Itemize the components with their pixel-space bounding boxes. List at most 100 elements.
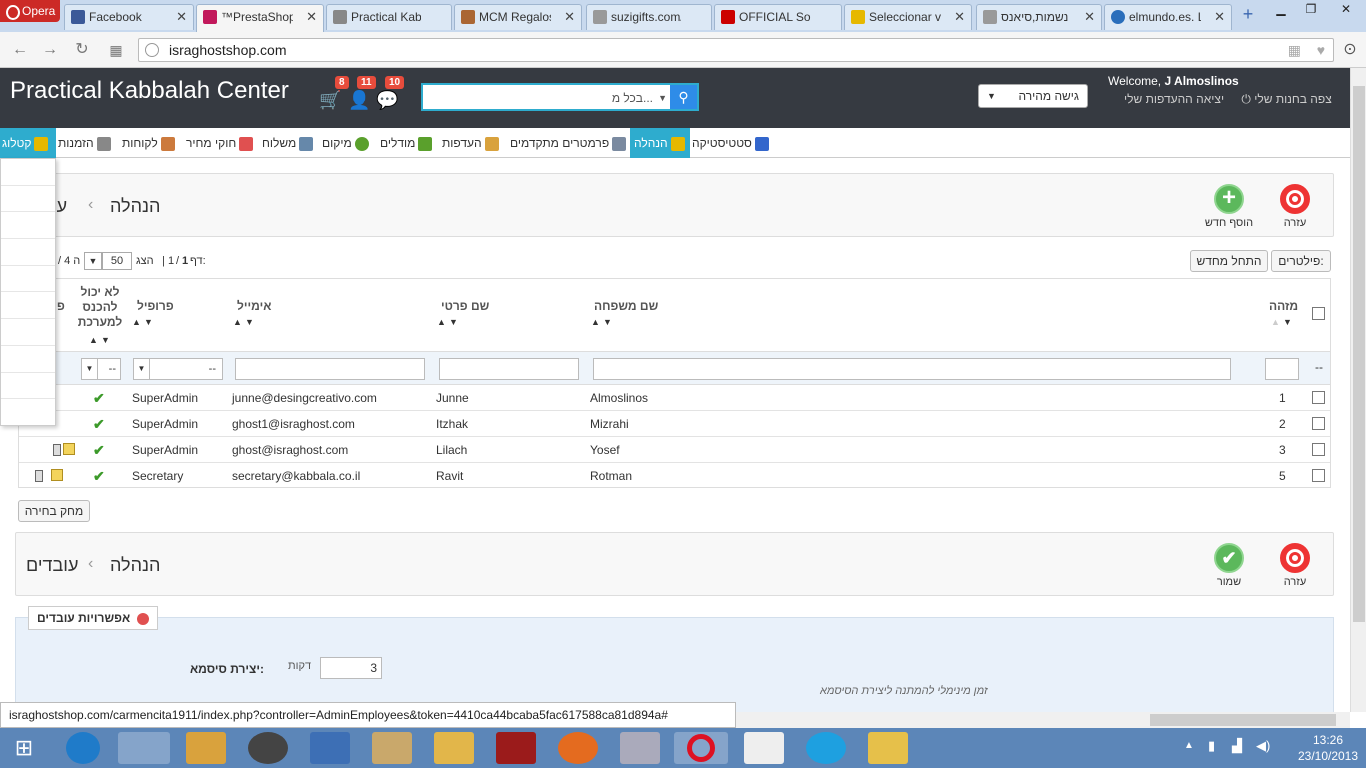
internet-explorer-icon[interactable]	[66, 732, 100, 764]
submenu-item[interactable]	[1, 292, 55, 320]
close-tab-icon[interactable]: ✕	[1214, 5, 1225, 29]
search-input[interactable]	[425, 87, 585, 107]
active-check-icon[interactable]: ✔	[93, 385, 105, 411]
app-icon[interactable]	[434, 732, 474, 764]
network-icon[interactable]: ▟	[1232, 738, 1242, 754]
brand-title[interactable]: Practical Kabbalah Center	[10, 77, 289, 105]
per-page-select[interactable]: 50	[102, 252, 132, 270]
power-app-icon[interactable]	[496, 732, 536, 764]
table-row[interactable]: 5 Rotman Ravit secretary@kabbala.co.il S…	[19, 463, 1330, 489]
tab-elmundo[interactable]: elmundo.es. L ✕	[1104, 4, 1232, 30]
firefox-icon[interactable]	[558, 732, 598, 764]
filter-id-input[interactable]	[1265, 358, 1299, 380]
menu-item-shipping[interactable]: משלוח	[262, 128, 316, 158]
messages-notification-icon[interactable]: 💬	[376, 90, 398, 110]
close-tab-icon[interactable]: ✕	[954, 5, 965, 29]
site-info-icon[interactable]	[145, 43, 159, 57]
menu-item-administration[interactable]: הנהלה	[630, 128, 690, 158]
tab-facebook[interactable]: Facebook ✕	[64, 4, 194, 30]
table-row[interactable]: 1 Almoslinos Junne junne@desingcreativo.…	[19, 385, 1330, 411]
new-tab-button[interactable]: +	[1238, 4, 1258, 26]
tab-prestashop[interactable]: ™PrestaShop ✕	[196, 4, 324, 32]
vertical-scrollbar[interactable]	[1350, 68, 1366, 712]
search-button[interactable]: ⚲	[670, 85, 697, 109]
table-row[interactable]: 2 Mizrahi Itzhak ghost1@israghost.com Su…	[19, 411, 1330, 437]
submenu-item[interactable]	[1, 319, 55, 346]
opera-menu-button[interactable]: Opera	[0, 0, 60, 22]
url-input[interactable]: israghostshop.com ▦ ♥	[138, 38, 1334, 62]
submenu-item[interactable]	[1, 266, 55, 293]
stash-icon[interactable]: ▦	[1288, 39, 1301, 61]
menu-item-preferences[interactable]: העדפות	[442, 128, 502, 158]
reset-filters-button[interactable]: התחל מחדש	[1190, 250, 1268, 272]
customers-notification-icon[interactable]: 👤	[348, 90, 370, 110]
row-checkbox[interactable]	[1312, 443, 1325, 456]
close-tab-icon[interactable]: ✕	[176, 5, 187, 29]
sort-asc-icon[interactable]: ▲	[1271, 317, 1280, 327]
sort-desc-icon[interactable]: ▼	[1283, 317, 1292, 327]
tab-practical-kabbalah[interactable]: Practical Kabb	[326, 4, 452, 30]
menu-item-catalog[interactable]: קטלוג	[0, 128, 56, 158]
close-window-icon[interactable]: ✕	[1326, 0, 1366, 20]
filter-profile-select[interactable]: -- ▼	[133, 358, 223, 380]
delete-icon[interactable]	[35, 470, 43, 482]
tab-mcm-regalos[interactable]: MCM Regalos ✕	[454, 4, 582, 30]
close-tab-icon[interactable]: ✕	[1084, 5, 1095, 29]
my-preferences-link[interactable]: ההעדפות שלי	[1124, 92, 1193, 106]
help-button[interactable]: עזרה	[1270, 184, 1320, 229]
menu-item-localization[interactable]: מיקום	[322, 128, 372, 158]
catalog-submenu[interactable]	[0, 158, 56, 426]
search-scope-select[interactable]: בכל מ... ▼	[589, 88, 669, 108]
menu-item-price-rules[interactable]: חוקי מחיר	[186, 128, 256, 158]
sort-desc-icon[interactable]: ▼	[144, 317, 153, 327]
sort-asc-icon[interactable]: ▲	[437, 317, 446, 327]
help-button[interactable]: עזרה	[1270, 543, 1320, 588]
sort-asc-icon[interactable]: ▲	[591, 317, 600, 327]
download-icon[interactable]: ⊙	[1340, 40, 1360, 60]
sort-desc-icon[interactable]: ▼	[101, 335, 110, 345]
speed-dial-icon[interactable]: ▦	[106, 40, 126, 60]
wordpad-icon[interactable]	[744, 732, 784, 764]
submenu-item[interactable]	[1, 346, 55, 373]
select-all-checkbox[interactable]	[1312, 307, 1325, 320]
menu-item-orders[interactable]: הזמנות	[58, 128, 114, 158]
add-new-button[interactable]: + הוסף חדש	[1204, 184, 1254, 229]
tray-expand-icon[interactable]: ▲	[1184, 740, 1194, 751]
submenu-item[interactable]	[1, 373, 55, 400]
opera-taskbar-icon[interactable]	[674, 732, 728, 764]
tab-youtube[interactable]: OFFICIAL Som	[714, 4, 842, 30]
filter-active-select[interactable]: -- ▼	[81, 358, 121, 380]
document-app-icon[interactable]	[372, 732, 412, 764]
active-check-icon[interactable]: ✔	[93, 437, 105, 463]
skype-icon[interactable]	[806, 732, 846, 764]
sort-asc-icon[interactable]: ▲	[233, 317, 242, 327]
mail-icon[interactable]	[868, 732, 908, 764]
filters-button[interactable]: פילטרים:	[1271, 250, 1331, 272]
scroll-thumb[interactable]	[1150, 714, 1336, 726]
restore-icon[interactable]: ❐	[1296, 0, 1326, 20]
tab-seleccionar[interactable]: Seleccionar vu ✕	[844, 4, 972, 30]
forward-icon[interactable]: →	[40, 40, 60, 60]
menu-item-modules[interactable]: מודלים	[380, 128, 435, 158]
menu-item-stats[interactable]: סטטיסטיקה	[692, 128, 772, 158]
clock[interactable]: 13:26 23/10/2013	[1290, 732, 1366, 764]
volume-icon[interactable]: ◀)	[1256, 738, 1270, 754]
filter-firstname-input[interactable]	[439, 358, 579, 380]
file-explorer-icon[interactable]	[118, 732, 170, 764]
save-button[interactable]: ✔ שמור	[1204, 543, 1254, 588]
sort-desc-icon[interactable]: ▼	[245, 317, 254, 327]
row-checkbox[interactable]	[1312, 391, 1325, 404]
table-row[interactable]: 3 Yosef Lilach ghost@israghost.com Super…	[19, 437, 1330, 463]
app-icon[interactable]	[310, 732, 350, 764]
submenu-item[interactable]	[1, 186, 55, 213]
heart-icon[interactable]: ♥	[1317, 39, 1325, 61]
delete-icon[interactable]	[53, 444, 61, 456]
windows-start-icon[interactable]: ⊞	[6, 732, 42, 764]
paint-icon[interactable]	[620, 732, 660, 764]
submenu-item[interactable]	[1, 239, 55, 266]
row-checkbox[interactable]	[1312, 417, 1325, 430]
logout-link[interactable]: יציאה	[1196, 92, 1224, 106]
submenu-item[interactable]	[1, 159, 55, 186]
filter-email-input[interactable]	[235, 358, 425, 380]
menu-item-advanced-params[interactable]: פרמטרים מתקדמים	[510, 128, 629, 158]
